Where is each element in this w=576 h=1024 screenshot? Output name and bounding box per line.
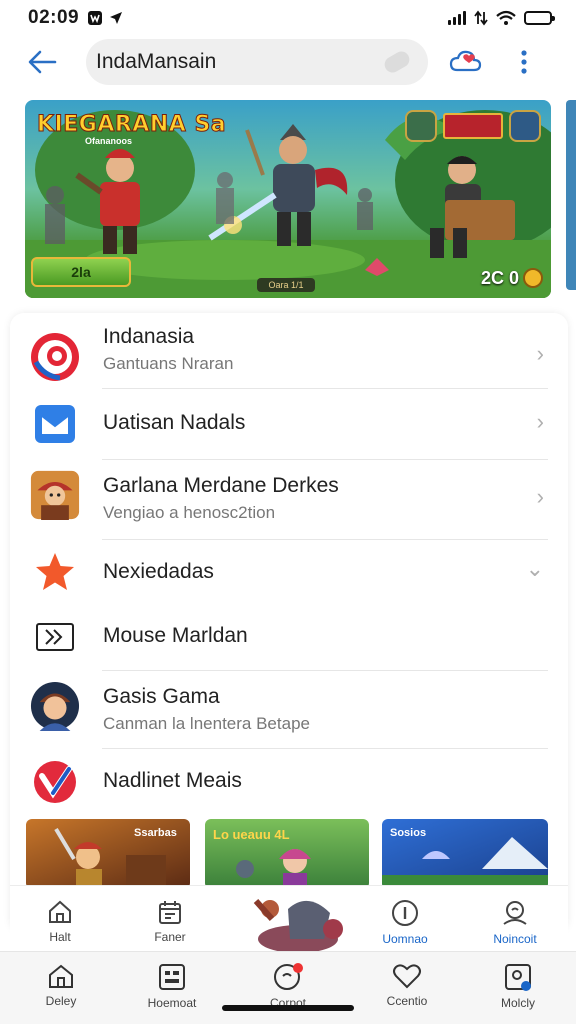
list-item-subtitle: Vengiao a henosc2tion bbox=[103, 503, 276, 522]
banner-badges bbox=[405, 110, 541, 142]
red-radar-icon bbox=[30, 332, 80, 382]
heart-icon bbox=[393, 964, 421, 989]
cellular-signal-icon bbox=[448, 11, 466, 25]
back-arrow-icon bbox=[28, 50, 57, 74]
guild-shield-icon bbox=[405, 110, 437, 142]
clear-icon[interactable] bbox=[381, 48, 413, 76]
tab-faner[interactable]: Faner bbox=[125, 898, 215, 944]
list-item-title: Indanasia bbox=[103, 325, 195, 348]
list-item-subtitle: Gantuans Nraran bbox=[103, 354, 234, 373]
nav-label: Hoemoat bbox=[147, 996, 197, 1010]
tab-halt[interactable]: Halt bbox=[15, 898, 105, 944]
top-app-bar: IndaMansain bbox=[0, 38, 576, 86]
list-item[interactable]: Gasis Gama Canman la lnentera Betape bbox=[10, 671, 568, 747]
list-item-title: Nexiedadas bbox=[103, 560, 214, 583]
status-time: 02:09 bbox=[28, 7, 80, 28]
home-indicator[interactable] bbox=[222, 1005, 354, 1011]
event-ribbon-badge bbox=[443, 113, 503, 139]
tab-label: Uomnao bbox=[382, 932, 428, 946]
back-button[interactable] bbox=[24, 44, 60, 80]
status-right bbox=[448, 10, 555, 26]
list-item-title: Mouse Marldan bbox=[103, 624, 248, 647]
banner-title: KIEGARANA Sa bbox=[36, 112, 227, 138]
data-arrows-icon bbox=[474, 10, 488, 26]
list-item[interactable]: Mouse Marldan bbox=[10, 604, 568, 670]
cloud-heart-icon bbox=[449, 50, 482, 72]
wifi-icon bbox=[496, 10, 516, 25]
status-bar: 02:09 bbox=[0, 0, 576, 36]
list-item-subtitle: Canman la lnentera Betape bbox=[103, 714, 310, 733]
home-icon bbox=[49, 900, 71, 923]
crest-shield-icon bbox=[509, 110, 541, 142]
list-item-title: Gasis Gama bbox=[103, 685, 220, 708]
notification-app-icon bbox=[88, 11, 103, 25]
banner-subtitle: Ofananoos bbox=[85, 136, 133, 146]
more-options-button[interactable] bbox=[504, 42, 544, 82]
chevron-right-icon: › bbox=[536, 341, 544, 366]
cloud-heart-button[interactable] bbox=[446, 42, 486, 82]
next-banner-peek[interactable] bbox=[566, 100, 576, 290]
red-blue-v-icon bbox=[30, 757, 80, 807]
list-item[interactable]: Indanasia Gantuans Nraran › bbox=[10, 321, 568, 393]
bottom-navigation: Deley Hoemoat Corpot Ccentio Molcly bbox=[0, 951, 576, 1024]
orange-star-icon bbox=[30, 547, 80, 597]
status-left-icons bbox=[87, 10, 123, 26]
list-item-title: Nadlinet Meais bbox=[103, 769, 242, 792]
banner-score: 2C 0 bbox=[480, 268, 519, 288]
game-promo-banner[interactable]: KIEGARANA Sa Ofananoos 2la Oara 1/1 2C 0 bbox=[25, 100, 551, 298]
chevron-right-icon: › bbox=[536, 409, 544, 434]
list-item-title: Garlana Merdane Derkes bbox=[103, 474, 339, 497]
results-list: Indanasia Gantuans Nraran › Uatisan Nada… bbox=[10, 313, 568, 933]
thumbnail-label: Sosios bbox=[390, 827, 427, 839]
home-icon bbox=[49, 964, 73, 988]
tab-noincoit[interactable]: Noincoit bbox=[470, 898, 560, 946]
tab-label: Halt bbox=[49, 930, 71, 944]
thumbnail-label: Ssarbas bbox=[134, 827, 177, 839]
info-icon bbox=[392, 900, 418, 926]
chevron-down-icon: ⌄ bbox=[525, 556, 544, 581]
nav-molcly[interactable]: Molcly bbox=[473, 962, 563, 1010]
nav-deley[interactable]: Deley bbox=[16, 962, 106, 1008]
more-vert-icon bbox=[521, 50, 527, 74]
nav-ccentio[interactable]: Ccentio bbox=[362, 962, 452, 1008]
game-thumbnail[interactable]: Sosios bbox=[382, 819, 548, 889]
nav-label: Ccentio bbox=[386, 994, 428, 1008]
nav-label: Molcly bbox=[500, 996, 535, 1010]
calendar-icon bbox=[159, 901, 181, 924]
location-arrow-icon bbox=[110, 12, 123, 24]
tab-label: Noincoit bbox=[493, 932, 537, 946]
avatar-icon bbox=[30, 681, 80, 731]
center-character-art bbox=[253, 899, 343, 951]
grid-card-icon bbox=[159, 964, 185, 990]
banner-play-button[interactable]: 2la bbox=[31, 257, 131, 287]
search-query-text: IndaMansain bbox=[96, 50, 217, 73]
nav-label: Deley bbox=[45, 994, 77, 1008]
list-item[interactable]: Uatisan Nadals › bbox=[10, 389, 568, 459]
blue-mail-icon bbox=[30, 399, 80, 449]
nav-corpot[interactable]: Corpot bbox=[243, 962, 333, 1010]
list-item[interactable]: Nadlinet Meais bbox=[10, 749, 568, 813]
chevron-right-icon: › bbox=[536, 484, 544, 509]
person-search-icon bbox=[503, 901, 527, 925]
search-input[interactable]: IndaMansain bbox=[86, 39, 428, 85]
tab-uomnao[interactable]: Uomnao bbox=[360, 898, 450, 946]
list-item[interactable]: Nexiedadas ⌄ bbox=[10, 540, 568, 604]
game-thumbnail[interactable]: Ssarbas bbox=[26, 819, 190, 889]
secondary-tab-bar: Halt Faner Uomnao Noincoit bbox=[10, 885, 568, 951]
list-item[interactable]: Garlana Merdane Derkes Vengiao a henosc2… bbox=[10, 460, 568, 538]
forward-box-icon bbox=[30, 612, 80, 662]
game-thumbnail[interactable]: Lo ueauu 4L bbox=[205, 819, 369, 889]
thumbnail-label: Lo ueauu 4L bbox=[213, 827, 290, 842]
battery-icon bbox=[524, 11, 555, 25]
chat-bubble-icon bbox=[274, 963, 303, 990]
tab-label: Faner bbox=[154, 930, 186, 944]
nav-hoemoat[interactable]: Hoemoat bbox=[127, 962, 217, 1010]
game-character-icon bbox=[30, 470, 80, 520]
list-item-title: Uatisan Nadals bbox=[103, 411, 246, 434]
profile-badge-icon bbox=[505, 964, 531, 991]
banner-page-label: Oara 1/1 bbox=[257, 278, 315, 292]
coin-icon bbox=[523, 268, 543, 288]
